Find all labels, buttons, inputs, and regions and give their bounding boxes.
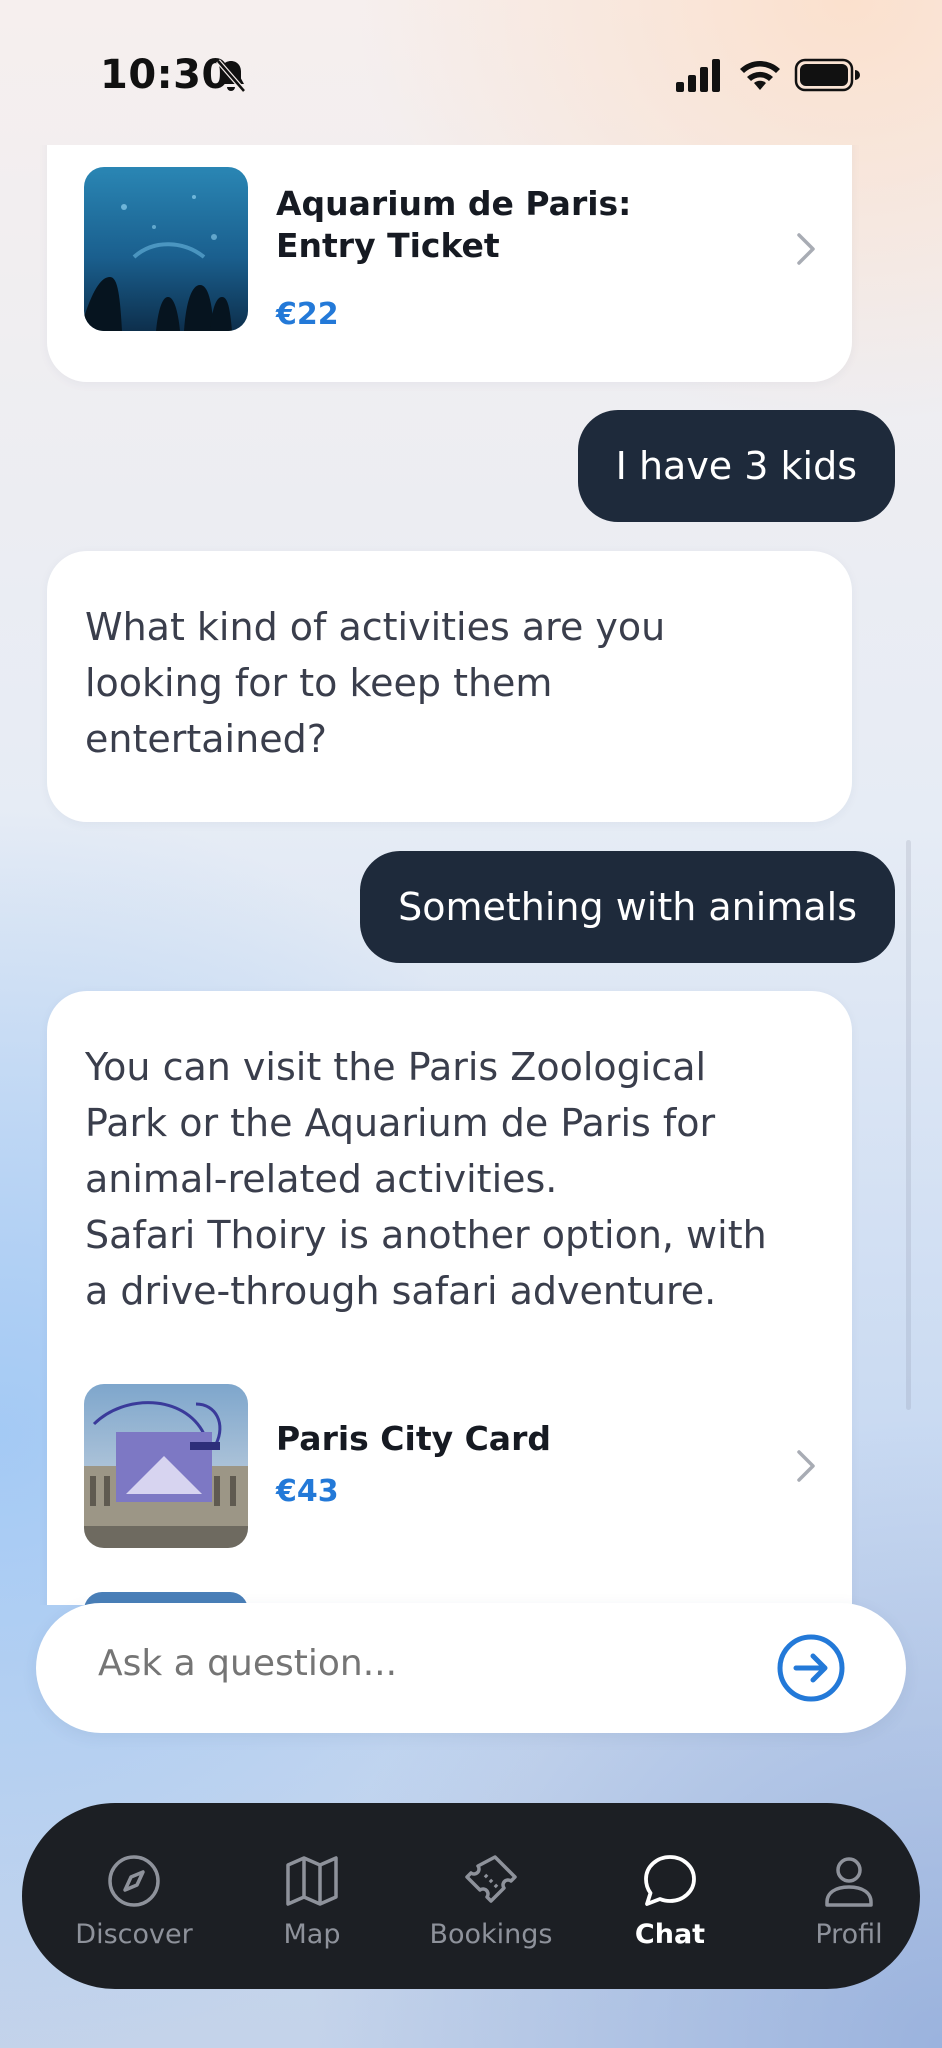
- ask-input-bar: [36, 1603, 906, 1733]
- message-text: Something with animals: [398, 885, 857, 929]
- chat-thread[interactable]: Aquarium de Paris: Entry Ticket €22 I ha…: [0, 145, 942, 1605]
- product-price: €22: [276, 297, 339, 332]
- message-text: You can visit the Paris Zoological Park …: [85, 1045, 767, 1313]
- bell-slash-icon: [216, 59, 246, 93]
- bottom-nav: Discover Map Bookings Chat Profil: [22, 1803, 920, 1989]
- scrollbar[interactable]: [906, 840, 911, 1410]
- map-icon: [286, 1856, 338, 1906]
- message-text: I have 3 kids: [615, 444, 857, 488]
- chevron-right-icon: [797, 233, 815, 265]
- status-bar: 10:30: [0, 0, 942, 150]
- product-card-aquarium[interactable]: Aquarium de Paris: Entry Ticket €22: [84, 167, 819, 332]
- product-price: €43: [276, 1474, 339, 1509]
- wifi-icon: [740, 61, 780, 90]
- assistant-card-bubble: Aquarium de Paris: Entry Ticket €22: [47, 145, 852, 382]
- message-text: What kind of activities are you looking …: [85, 605, 666, 761]
- nav-label: Chat: [634, 1919, 706, 1950]
- nav-item-map[interactable]: Map: [222, 1803, 402, 1989]
- person-icon: [825, 1857, 873, 1907]
- cellular-signal-icon: [676, 59, 720, 92]
- nav-label: Discover: [75, 1919, 193, 1950]
- ticket-icon: [465, 1855, 517, 1903]
- nav-label: Profil: [815, 1919, 883, 1950]
- chevron-right-icon: [797, 1450, 815, 1482]
- battery-icon: [794, 58, 860, 92]
- arrow-right-circle-icon[interactable]: [776, 1633, 846, 1703]
- nav-item-discover[interactable]: Discover: [44, 1803, 224, 1989]
- product-title: Paris City Card: [276, 1419, 551, 1458]
- aquarium-photo: [84, 167, 248, 331]
- nav-item-chat[interactable]: Chat: [580, 1803, 760, 1989]
- nav-label: Map: [283, 1919, 341, 1950]
- compass-icon: [108, 1855, 160, 1907]
- louvre-pass-photo: [84, 1384, 248, 1548]
- product-title: Aquarium de Paris: Entry Ticket: [276, 184, 632, 265]
- ask-input[interactable]: [98, 1643, 718, 1684]
- nav-item-bookings[interactable]: Bookings: [401, 1803, 581, 1989]
- assistant-message: You can visit the Paris Zoological Park …: [47, 991, 852, 1605]
- assistant-message: What kind of activities are you looking …: [47, 551, 852, 822]
- chat-bubble-icon: [644, 1855, 696, 1906]
- user-message: Something with animals: [360, 851, 895, 963]
- product-card-city-card[interactable]: Paris City Card €43: [84, 1384, 819, 1548]
- nav-label: Bookings: [429, 1919, 553, 1950]
- status-time: 10:30: [100, 52, 230, 98]
- nav-item-profil[interactable]: Profil: [759, 1803, 939, 1989]
- user-message: I have 3 kids: [577, 410, 895, 522]
